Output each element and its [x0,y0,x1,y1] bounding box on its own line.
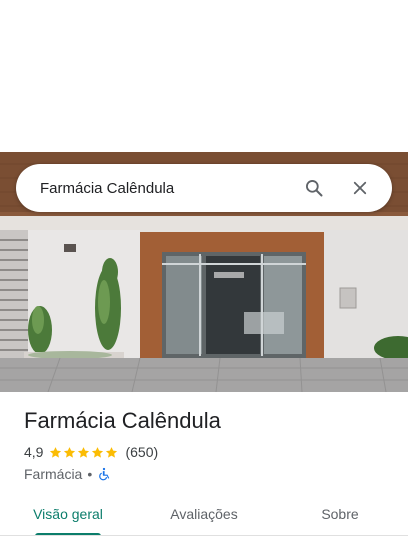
star-rating [49,446,119,459]
tab-label: Avaliações [170,506,238,522]
category-row: Farmácia • [24,466,111,482]
tab-label: Visão geral [33,506,103,522]
wheelchair-icon [99,467,110,481]
star-icon [78,446,90,458]
rating-row[interactable]: 4,9 (650) [24,444,158,460]
clear-search-button[interactable] [342,170,378,206]
tab-divider [0,535,408,536]
search-button[interactable] [296,170,332,206]
tab-reviews[interactable]: Avaliações [136,492,272,536]
rating-value: 4,9 [24,444,44,460]
star-icon [106,446,118,458]
category-label: Farmácia [24,466,83,482]
star-icon [64,446,76,458]
tab-label: Sobre [321,506,359,522]
search-input[interactable]: Farmácia Calêndula [40,180,286,197]
search-icon [306,180,323,197]
star-icon [92,446,104,458]
place-title: Farmácia Calêndula [24,408,221,433]
star-icon [50,446,62,458]
tab-about[interactable]: Sobre [272,492,408,536]
review-count[interactable]: (650) [125,444,158,460]
search-bar[interactable]: Farmácia Calêndula [16,164,392,212]
place-tabs: Visão geral Avaliações Sobre [0,492,408,536]
tab-overview[interactable]: Visão geral [0,492,136,536]
close-icon [353,181,367,195]
separator-dot: • [87,466,93,482]
